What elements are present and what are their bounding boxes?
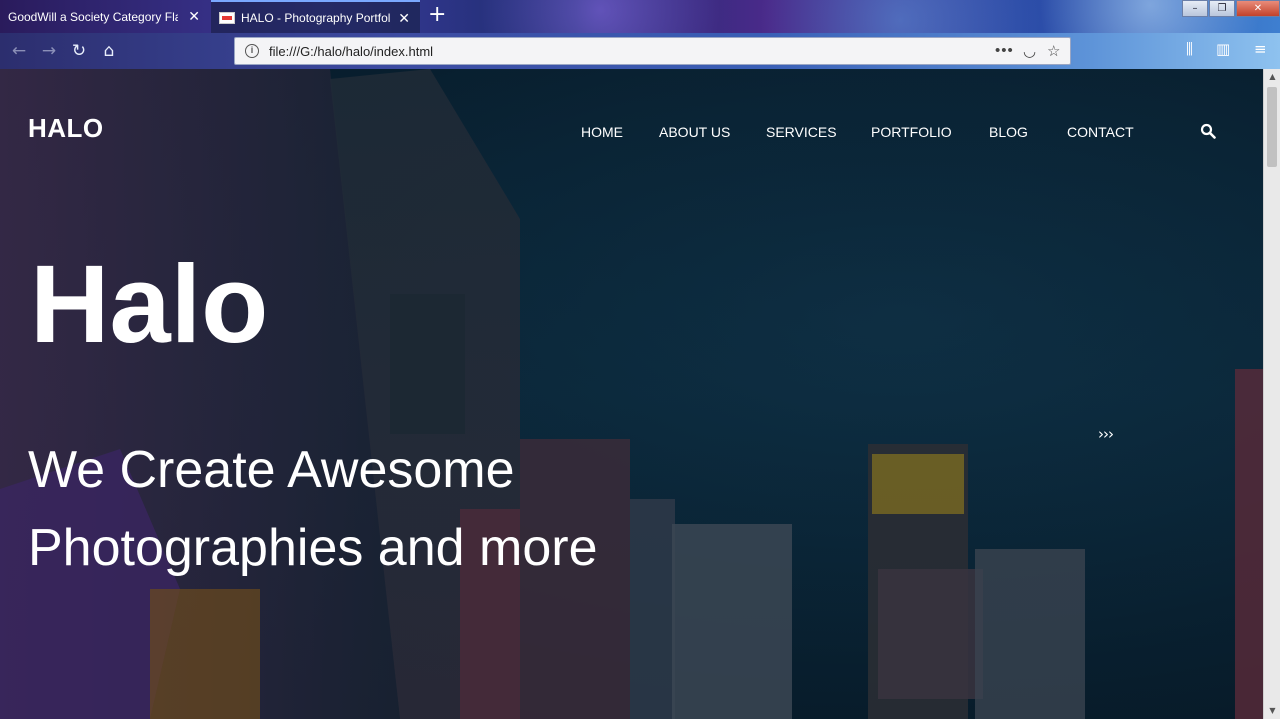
menu-icon[interactable]: ≡ [1254,40,1267,58]
bookmark-star-icon[interactable]: ☆ [1047,42,1060,60]
scrollbar-thumb[interactable] [1267,87,1277,167]
site-logo[interactable]: HALO [28,113,104,144]
nav-blog[interactable]: BLOG [989,124,1028,140]
nav-portfolio[interactable]: PORTFOLIO [871,124,952,140]
sidebar-icon[interactable]: ▥ [1216,40,1230,58]
reload-icon[interactable]: ↻ [67,39,91,63]
close-window-icon[interactable]: ✕ [1236,0,1280,17]
site-info-icon[interactable]: i [245,44,259,58]
restore-icon[interactable]: ❐ [1209,0,1235,17]
address-bar[interactable]: i file:///G:/halo/halo/index.html ••• ◡ … [234,37,1071,65]
new-tab-button[interactable]: + [428,3,446,27]
browser-tab-halo[interactable]: HALO - Photography Portfolio ✕ [211,0,420,33]
more-icon[interactable]: ••• [995,42,1014,59]
scroll-down-icon[interactable]: ▼ [1264,703,1280,719]
nav-about-us[interactable]: ABOUT US [659,124,730,140]
next-slide-arrows[interactable]: ››› [1098,425,1114,443]
window-controls: – ❐ ✕ [1181,0,1280,18]
minimize-icon[interactable]: – [1182,0,1208,17]
city-background-image [0,69,1263,719]
page-viewport: HALO HOME ABOUT US SERVICES PORTFOLIO BL… [0,69,1263,719]
close-tab-icon[interactable]: ✕ [398,10,410,26]
tab-title: GoodWill a Society Category Flat Bootstr… [8,9,178,24]
hero-title: Halo [30,243,269,366]
nav-contact[interactable]: CONTACT [1067,124,1134,140]
browser-toolbar: ← → ↻ ⌂ i file:///G:/halo/halo/index.htm… [0,33,1280,69]
tab-bar: GoodWill a Society Category Flat Bootstr… [0,0,1280,33]
hero-subtitle: We Create Awesome Photographies and more [28,441,598,577]
scroll-indicator [30,712,110,719]
library-icon[interactable]: ⫼ [1186,40,1193,58]
forward-icon[interactable]: → [37,39,61,63]
back-icon[interactable]: ← [7,39,31,63]
nav-home[interactable]: HOME [581,124,623,140]
home-icon[interactable]: ⌂ [97,39,121,63]
browser-tab-goodwill[interactable]: GoodWill a Society Category Flat Bootstr… [0,0,210,33]
nav-services[interactable]: SERVICES [766,124,837,140]
tab-title: HALO - Photography Portfolio [241,10,391,25]
pocket-icon[interactable]: ◡ [1023,42,1036,60]
url-text[interactable]: file:///G:/halo/halo/index.html [269,44,433,59]
scroll-up-icon[interactable]: ▲ [1264,69,1280,85]
favicon-icon [219,11,235,24]
search-icon[interactable] [1200,123,1216,139]
close-tab-icon[interactable]: ✕ [188,8,200,24]
page-scrollbar[interactable]: ▲ ▼ [1263,69,1280,719]
